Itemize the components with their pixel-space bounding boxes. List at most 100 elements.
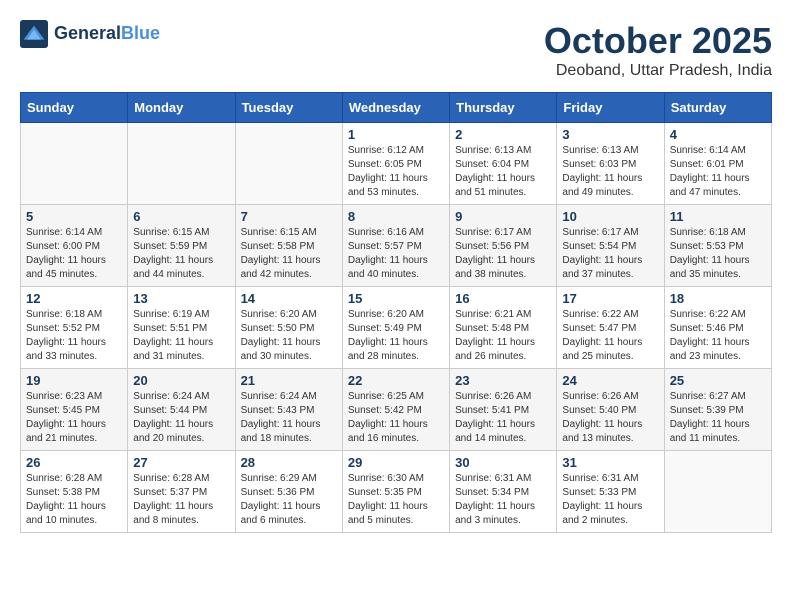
- day-info: Sunrise: 6:28 AM Sunset: 5:38 PM Dayligh…: [26, 472, 122, 528]
- logo-text: GeneralBlue: [54, 24, 160, 44]
- day-number: 10: [562, 209, 658, 224]
- day-number: 27: [133, 455, 229, 470]
- calendar-cell: 28Sunrise: 6:29 AM Sunset: 5:36 PM Dayli…: [235, 451, 342, 533]
- weekday-header-thursday: Thursday: [450, 93, 557, 123]
- weekday-header-saturday: Saturday: [664, 93, 771, 123]
- day-number: 26: [26, 455, 122, 470]
- calendar-cell: 14 Sunrise: 6:20 AM Sunset: 5:50 PM Dayli…: [235, 287, 342, 369]
- day-info: Sunrise: 6:24 AM Sunset: 5:43 PM Dayligh…: [241, 390, 337, 446]
- weekday-header-wednesday: Wednesday: [342, 93, 449, 123]
- calendar-cell: 11 Sunrise: 6:18 AM Sunset: 5:53 PM Dayli…: [664, 205, 771, 287]
- day-number: 9: [455, 209, 551, 224]
- day-number: 5: [26, 209, 122, 224]
- day-info: Sunrise: 6:25 AM Sunset: 5:42 PM Dayligh…: [348, 390, 444, 446]
- day-info: Sunrise: 6:15 AM Sunset: 5:59 PM Dayligh…: [133, 226, 229, 282]
- day-info: Sunrise: 6:19 AM Sunset: 5:51 PM Dayligh…: [133, 308, 229, 364]
- day-info: Sunrise: 6:22 AM Sunset: 5:47 PM Dayligh…: [562, 308, 658, 364]
- calendar-cell: [664, 451, 771, 533]
- calendar-cell: 26 Sunrise: 6:28 AM Sunset: 5:38 PM Dayli…: [21, 451, 128, 533]
- day-number: 31: [562, 455, 658, 470]
- calendar-cell: 17 Sunrise: 6:22 AM Sunset: 5:47 PM Dayli…: [557, 287, 664, 369]
- calendar-cell: 23 Sunrise: 6:26 AM Sunset: 5:41 PM Dayli…: [450, 369, 557, 451]
- day-info: Sunrise: 6:21 AM Sunset: 5:48 PM Dayligh…: [455, 308, 551, 364]
- calendar-cell: 16 Sunrise: 6:21 AM Sunset: 5:48 PM Dayli…: [450, 287, 557, 369]
- day-number: 2: [455, 127, 551, 142]
- calendar-cell: 29Sunrise: 6:30 AM Sunset: 5:35 PM Dayli…: [342, 451, 449, 533]
- day-number: 6: [133, 209, 229, 224]
- day-info: Sunrise: 6:26 AM Sunset: 5:40 PM Dayligh…: [562, 390, 658, 446]
- day-number: 25: [670, 373, 766, 388]
- calendar-cell: 7 Sunrise: 6:15 AM Sunset: 5:58 PM Daylig…: [235, 205, 342, 287]
- logo: GeneralBlue: [20, 20, 160, 48]
- day-number: 8: [348, 209, 444, 224]
- calendar-cell: 18 Sunrise: 6:22 AM Sunset: 5:46 PM Dayli…: [664, 287, 771, 369]
- day-number: 20: [133, 373, 229, 388]
- day-number: 29: [348, 455, 444, 470]
- day-info: Sunrise: 6:28 AM Sunset: 5:37 PM Dayligh…: [133, 472, 229, 528]
- day-number: 1: [348, 127, 444, 142]
- day-info: Sunrise: 6:13 AM Sunset: 6:04 PM Dayligh…: [455, 144, 551, 200]
- day-info: Sunrise: 6:27 AM Sunset: 5:39 PM Dayligh…: [670, 390, 766, 446]
- day-info: Sunrise: 6:15 AM Sunset: 5:58 PM Dayligh…: [241, 226, 337, 282]
- calendar-cell: 20 Sunrise: 6:24 AM Sunset: 5:44 PM Dayli…: [128, 369, 235, 451]
- calendar-cell: 3Sunrise: 6:13 AM Sunset: 6:03 PM Daylig…: [557, 123, 664, 205]
- day-number: 12: [26, 291, 122, 306]
- day-info: Sunrise: 6:13 AM Sunset: 6:03 PM Dayligh…: [562, 144, 658, 200]
- day-info: Sunrise: 6:26 AM Sunset: 5:41 PM Dayligh…: [455, 390, 551, 446]
- calendar-cell: 12 Sunrise: 6:18 AM Sunset: 5:52 PM Dayli…: [21, 287, 128, 369]
- day-number: 4: [670, 127, 766, 142]
- calendar-cell: 24 Sunrise: 6:26 AM Sunset: 5:40 PM Dayli…: [557, 369, 664, 451]
- calendar-cell: 21 Sunrise: 6:24 AM Sunset: 5:43 PM Dayli…: [235, 369, 342, 451]
- calendar-cell: 8 Sunrise: 6:16 AM Sunset: 5:57 PM Daylig…: [342, 205, 449, 287]
- day-info: Sunrise: 6:12 AM Sunset: 6:05 PM Dayligh…: [348, 144, 444, 200]
- calendar-cell: 2 Sunrise: 6:13 AM Sunset: 6:04 PM Daylig…: [450, 123, 557, 205]
- day-info: Sunrise: 6:18 AM Sunset: 5:52 PM Dayligh…: [26, 308, 122, 364]
- day-info: Sunrise: 6:17 AM Sunset: 5:56 PM Dayligh…: [455, 226, 551, 282]
- day-info: Sunrise: 6:22 AM Sunset: 5:46 PM Dayligh…: [670, 308, 766, 364]
- calendar-subtitle: Deoband, Uttar Pradesh, India: [544, 62, 772, 80]
- day-number: 11: [670, 209, 766, 224]
- calendar-cell: 4Sunrise: 6:14 AM Sunset: 6:01 PM Daylig…: [664, 123, 771, 205]
- day-number: 14: [241, 291, 337, 306]
- day-number: 23: [455, 373, 551, 388]
- day-info: Sunrise: 6:14 AM Sunset: 6:00 PM Dayligh…: [26, 226, 122, 282]
- calendar-cell: 31 Sunrise: 6:31 AM Sunset: 5:33 PM Dayli…: [557, 451, 664, 533]
- calendar-title: October 2025: [544, 20, 772, 62]
- day-info: Sunrise: 6:31 AM Sunset: 5:34 PM Dayligh…: [455, 472, 551, 528]
- day-info: Sunrise: 6:20 AM Sunset: 5:49 PM Dayligh…: [348, 308, 444, 364]
- day-number: 15: [348, 291, 444, 306]
- calendar-cell: 5 Sunrise: 6:14 AM Sunset: 6:00 PM Daylig…: [21, 205, 128, 287]
- day-number: 18: [670, 291, 766, 306]
- day-number: 17: [562, 291, 658, 306]
- day-number: 30: [455, 455, 551, 470]
- calendar-cell: 9 Sunrise: 6:17 AM Sunset: 5:56 PM Daylig…: [450, 205, 557, 287]
- calendar-cell: [21, 123, 128, 205]
- calendar-cell: 15 Sunrise: 6:20 AM Sunset: 5:49 PM Dayli…: [342, 287, 449, 369]
- day-number: 28: [241, 455, 337, 470]
- calendar-cell: [128, 123, 235, 205]
- calendar-cell: [235, 123, 342, 205]
- calendar-cell: 22Sunrise: 6:25 AM Sunset: 5:42 PM Dayli…: [342, 369, 449, 451]
- title-section: October 2025 Deoband, Uttar Pradesh, Ind…: [544, 20, 772, 80]
- day-number: 7: [241, 209, 337, 224]
- day-info: Sunrise: 6:20 AM Sunset: 5:50 PM Dayligh…: [241, 308, 337, 364]
- day-info: Sunrise: 6:18 AM Sunset: 5:53 PM Dayligh…: [670, 226, 766, 282]
- weekday-header-friday: Friday: [557, 93, 664, 123]
- day-info: Sunrise: 6:23 AM Sunset: 5:45 PM Dayligh…: [26, 390, 122, 446]
- day-info: Sunrise: 6:31 AM Sunset: 5:33 PM Dayligh…: [562, 472, 658, 528]
- weekday-header-monday: Monday: [128, 93, 235, 123]
- weekday-header-sunday: Sunday: [21, 93, 128, 123]
- day-number: 21: [241, 373, 337, 388]
- day-number: 24: [562, 373, 658, 388]
- day-number: 13: [133, 291, 229, 306]
- calendar-cell: 30 Sunrise: 6:31 AM Sunset: 5:34 PM Dayli…: [450, 451, 557, 533]
- calendar-cell: 13 Sunrise: 6:19 AM Sunset: 5:51 PM Dayli…: [128, 287, 235, 369]
- calendar-cell: 10Sunrise: 6:17 AM Sunset: 5:54 PM Dayli…: [557, 205, 664, 287]
- day-number: 16: [455, 291, 551, 306]
- calendar-table: SundayMondayTuesdayWednesdayThursdayFrid…: [20, 92, 772, 533]
- day-number: 19: [26, 373, 122, 388]
- calendar-cell: 25 Sunrise: 6:27 AM Sunset: 5:39 PM Dayli…: [664, 369, 771, 451]
- day-info: Sunrise: 6:16 AM Sunset: 5:57 PM Dayligh…: [348, 226, 444, 282]
- day-info: Sunrise: 6:24 AM Sunset: 5:44 PM Dayligh…: [133, 390, 229, 446]
- calendar-cell: 6 Sunrise: 6:15 AM Sunset: 5:59 PM Daylig…: [128, 205, 235, 287]
